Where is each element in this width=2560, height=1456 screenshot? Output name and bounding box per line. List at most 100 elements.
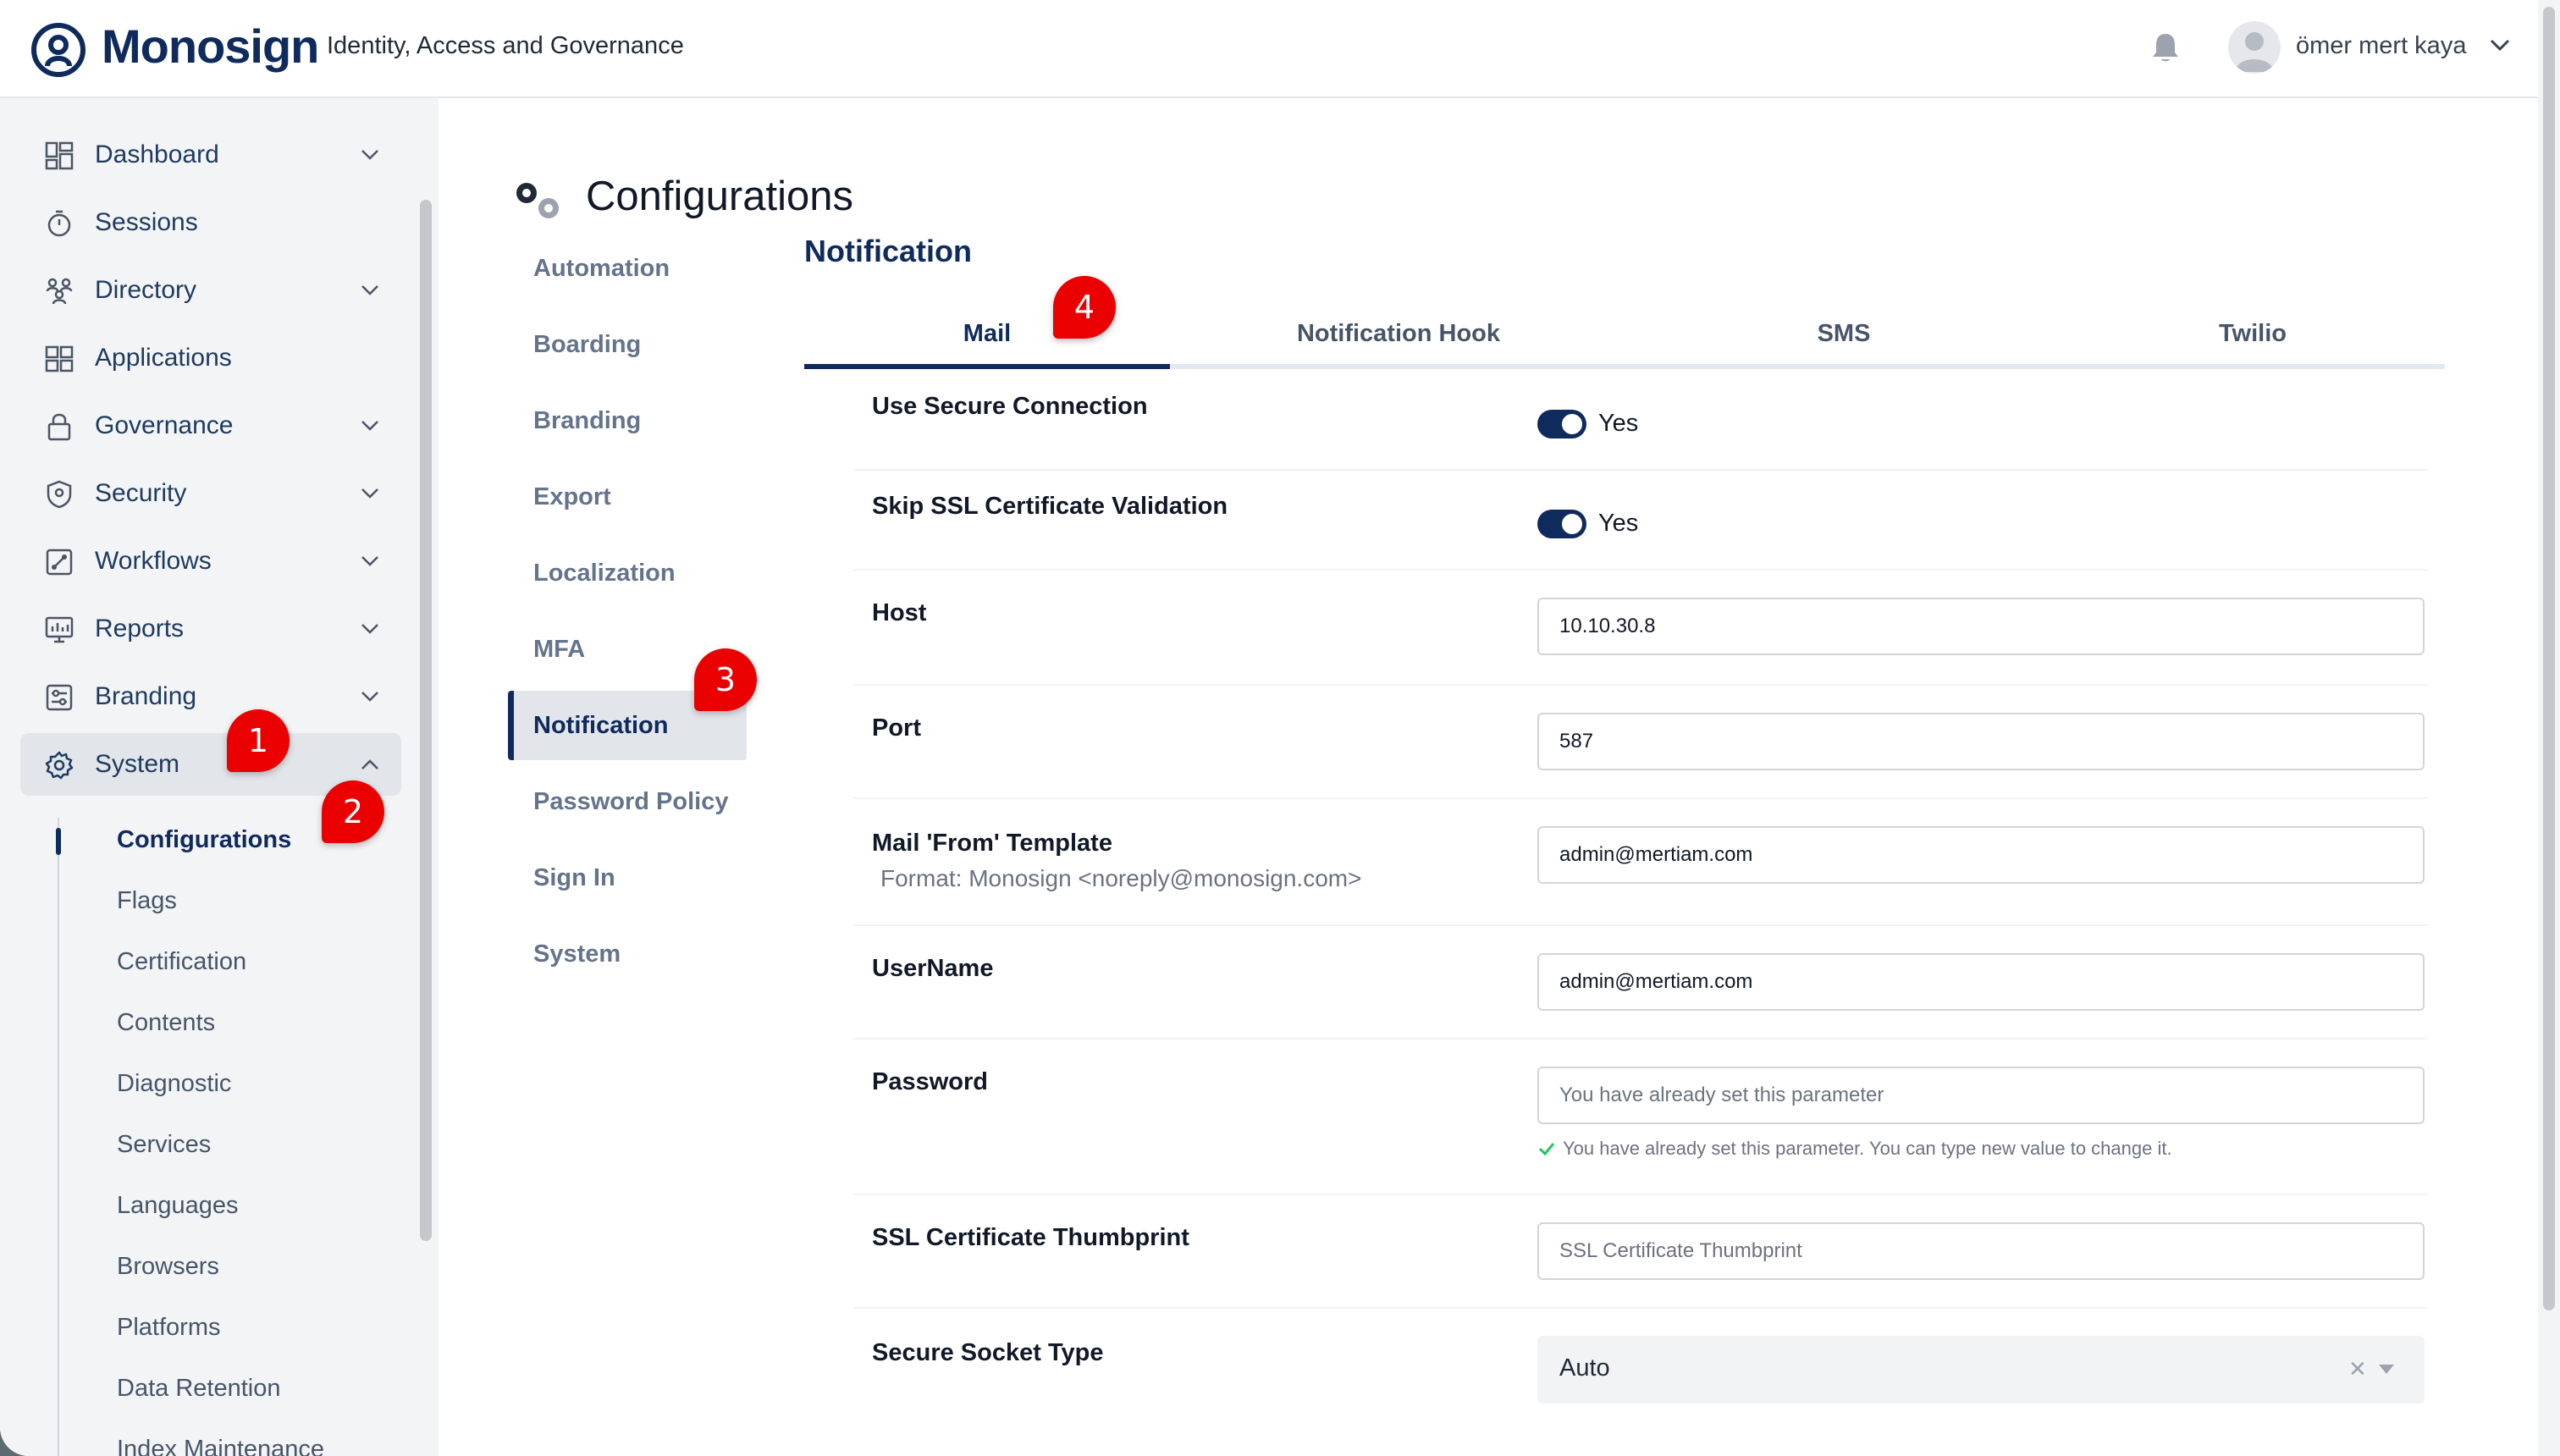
select-value: Auto xyxy=(1559,1354,1610,1382)
caret-down-icon[interactable] xyxy=(2379,1365,2394,1374)
form-row-mail-from: Mail 'From' Template Format: Monosign <n… xyxy=(853,799,2428,926)
user-name[interactable]: ömer mert kaya xyxy=(2296,32,2466,60)
tab-twilio[interactable]: Twilio xyxy=(2061,298,2445,369)
sidebar-item-branding[interactable]: Branding xyxy=(20,665,401,728)
sidebar-item-directory[interactable]: Directory xyxy=(20,259,401,322)
chevron-down-icon xyxy=(361,488,378,499)
submenu-item-languages[interactable]: Languages xyxy=(117,1192,239,1220)
skip-ssl-validation-toggle[interactable] xyxy=(1537,510,1586,538)
chevron-down-icon xyxy=(361,556,378,566)
top-header: Monosign Identity, Access and Governance… xyxy=(0,0,2560,98)
gear-icon xyxy=(45,751,74,780)
submenu-item-platforms[interactable]: Platforms xyxy=(117,1314,220,1342)
active-submenu-marker xyxy=(56,828,61,855)
sidebar-item-label: Directory xyxy=(95,276,197,304)
password-input[interactable] xyxy=(1537,1067,2425,1124)
sidebar-item-label: System xyxy=(95,750,180,778)
sidebar-item-governance[interactable]: Governance xyxy=(20,394,401,457)
callout-badge: 4 xyxy=(1053,276,1116,339)
notification-bell-icon[interactable] xyxy=(2150,30,2181,64)
sidebar-item-sessions[interactable]: Sessions xyxy=(20,191,401,254)
dashboard-icon xyxy=(45,141,74,170)
field-label: Skip SSL Certificate Validation xyxy=(872,493,1228,520)
monosign-logo-icon[interactable] xyxy=(30,22,86,78)
callout-badge: 1 xyxy=(227,709,290,772)
users-icon xyxy=(46,278,73,305)
submenu-item-configurations[interactable]: Configurations xyxy=(117,826,291,854)
form-row-skip-ssl-validation: Skip SSL Certificate Validation Yes xyxy=(853,471,2428,571)
chevron-up-icon xyxy=(361,759,378,769)
workflow-icon xyxy=(46,549,73,576)
port-input[interactable] xyxy=(1537,713,2425,770)
secure-socket-type-select[interactable]: Auto ✕ xyxy=(1537,1336,2425,1404)
password-help-text: You have already set this parameter. You… xyxy=(1563,1138,2172,1159)
ssl-thumbprint-input[interactable] xyxy=(1537,1222,2425,1280)
section-title: Notification xyxy=(804,234,972,268)
brand-name[interactable]: Monosign xyxy=(102,19,319,74)
callout-badge: 2 xyxy=(322,780,384,843)
form-row-password: Password You have already set this param… xyxy=(853,1040,2428,1195)
form-row-use-secure-connection: Use Secure Connection Yes xyxy=(853,376,2428,471)
stopwatch-icon xyxy=(47,210,71,237)
submenu-item-contents[interactable]: Contents xyxy=(117,1009,215,1037)
use-secure-connection-toggle[interactable] xyxy=(1537,410,1586,438)
field-label: Secure Socket Type xyxy=(872,1339,1104,1366)
form-row-username: UserName xyxy=(853,926,2428,1040)
user-avatar[interactable] xyxy=(2228,21,2281,74)
clear-icon[interactable]: ✕ xyxy=(2348,1356,2367,1382)
config-menu-boarding[interactable]: Boarding xyxy=(508,310,747,379)
brand-tagline: Identity, Access and Governance xyxy=(327,32,684,59)
toggle-value: Yes xyxy=(1598,510,1639,537)
submenu-item-flags[interactable]: Flags xyxy=(117,887,177,915)
config-menu-export[interactable]: Export xyxy=(508,462,747,532)
form-row-ssl-thumbprint: SSL Certificate Thumbprint xyxy=(853,1195,2428,1309)
chevron-down-icon xyxy=(361,624,378,634)
submenu-guide-line xyxy=(58,818,59,1456)
lock-icon xyxy=(47,413,71,441)
page-title: Configurations xyxy=(586,174,853,219)
field-label: Port xyxy=(872,714,921,742)
sidebar-item-label: Sessions xyxy=(95,208,198,236)
sidebar-item-security[interactable]: Security xyxy=(20,462,401,525)
config-menu-system[interactable]: System xyxy=(508,919,747,989)
app-window: Monosign Identity, Access and Governance… xyxy=(0,0,2560,1456)
config-menu-password-policy[interactable]: Password Policy xyxy=(508,767,747,836)
host-input[interactable] xyxy=(1537,598,2425,655)
page-scrollbar[interactable] xyxy=(2543,7,2555,1310)
mail-from-input[interactable] xyxy=(1537,826,2425,884)
tab-notification-hook[interactable]: Notification Hook xyxy=(1170,298,1627,369)
callout-badge: 3 xyxy=(694,648,757,711)
sidebar-item-label: Workflows xyxy=(95,547,212,575)
check-icon xyxy=(1538,1143,1555,1156)
config-menu-sign-in[interactable]: Sign In xyxy=(508,843,747,913)
submenu-item-index-maintenance[interactable]: Index Maintenance xyxy=(117,1436,324,1456)
field-label: UserName xyxy=(872,955,994,982)
config-menu-automation[interactable]: Automation xyxy=(508,234,747,303)
chevron-down-icon[interactable] xyxy=(2489,37,2511,52)
password-help: You have already set this parameter. You… xyxy=(1537,1138,2172,1160)
submenu-item-services[interactable]: Services xyxy=(117,1131,211,1159)
submenu-item-browsers[interactable]: Browsers xyxy=(117,1253,219,1281)
submenu-item-certification[interactable]: Certification xyxy=(117,948,246,976)
active-tab-indicator xyxy=(804,364,1170,369)
submenu-item-diagnostic[interactable]: Diagnostic xyxy=(117,1070,231,1098)
form-row-host: Host xyxy=(853,571,2428,686)
chevron-down-icon xyxy=(361,285,378,295)
sidebar-item-dashboard[interactable]: Dashboard xyxy=(20,124,401,186)
apps-grid-icon xyxy=(45,345,74,372)
sidebar-item-workflows[interactable]: Workflows xyxy=(20,530,401,593)
sidebar-item-label: Applications xyxy=(95,344,232,372)
username-input[interactable] xyxy=(1537,953,2425,1011)
sidebar-scrollbar[interactable] xyxy=(420,200,432,1241)
submenu-item-data-retention[interactable]: Data Retention xyxy=(117,1375,280,1403)
main-content: Configurations Automation Boarding Brand… xyxy=(439,98,2533,1456)
config-menu-localization[interactable]: Localization xyxy=(508,538,747,608)
field-label: Use Secure Connection xyxy=(872,393,1148,420)
tab-sms[interactable]: SMS xyxy=(1627,298,2061,369)
sidebar-item-label: Security xyxy=(95,479,187,507)
sidebar-item-reports[interactable]: Reports xyxy=(20,598,401,660)
sidebar-item-label: Dashboard xyxy=(95,141,219,168)
field-label: Host xyxy=(872,599,927,626)
config-menu-branding[interactable]: Branding xyxy=(508,386,747,455)
sidebar-item-applications[interactable]: Applications xyxy=(20,327,401,389)
